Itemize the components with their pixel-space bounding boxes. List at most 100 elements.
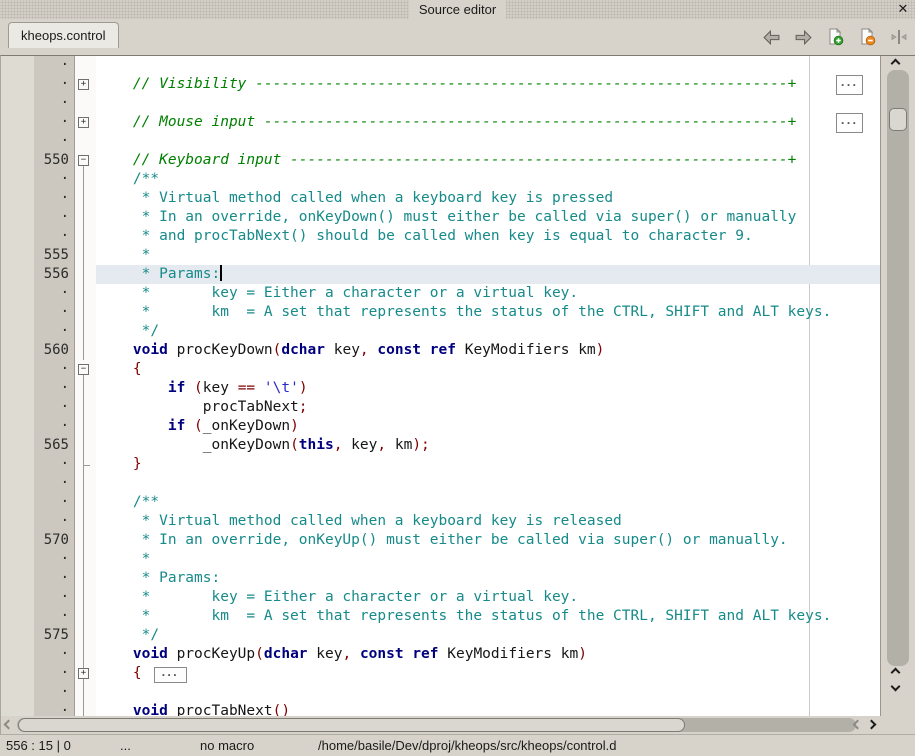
code-text[interactable] [96,474,880,493]
fold-gutter[interactable] [74,265,96,284]
go-back-icon[interactable] [761,27,781,47]
code-line[interactable]: 560 void procKeyDown(dchar key, const re… [1,341,880,360]
gutter-marks-strip[interactable] [1,702,34,716]
code-rows[interactable]: ··+ // Visibility ----------------------… [1,56,881,716]
gutter-marks-strip[interactable] [1,208,34,227]
remove-document-icon[interactable] [857,27,877,47]
code-line[interactable]: 575 */ [1,626,880,645]
scroll-up-icon[interactable] [891,59,901,69]
code-line[interactable]: · void procKeyUp(dchar key, const ref Ke… [1,645,880,664]
fold-gutter[interactable] [74,246,96,265]
code-line[interactable]: ·+ // Visibility -----------------------… [1,75,880,94]
code-text[interactable]: void procKeyUp(dchar key, const ref KeyM… [96,645,880,664]
code-text[interactable]: * Params: [96,265,880,284]
line-dot[interactable]: · [34,75,74,94]
vertical-scrollbar-track[interactable] [887,70,909,666]
fold-gutter[interactable] [74,56,96,75]
fold-gutter[interactable] [74,645,96,664]
gutter-marks-strip[interactable] [1,455,34,474]
gutter-marks-strip[interactable] [1,493,34,512]
code-text[interactable]: */ [96,322,880,341]
code-text[interactable]: */ [96,626,880,645]
fold-gutter[interactable] [74,493,96,512]
code-line[interactable]: ·− { [1,360,880,379]
line-dot[interactable]: · [34,284,74,303]
fold-gutter[interactable]: + [74,113,96,132]
line-number[interactable]: 565 [34,436,74,455]
line-dot[interactable]: · [34,113,74,132]
line-number[interactable]: 575 [34,626,74,645]
line-dot[interactable]: · [34,227,74,246]
code-text[interactable]: * Virtual method called when a keyboard … [96,512,880,531]
gutter-marks-strip[interactable] [1,189,34,208]
fold-gutter[interactable] [74,474,96,493]
gutter-marks-strip[interactable] [1,246,34,265]
line-dot[interactable]: · [34,588,74,607]
code-line[interactable]: · [1,683,880,702]
fold-gutter[interactable] [74,607,96,626]
gutter-marks-strip[interactable] [1,170,34,189]
collapsed-fold-box[interactable]: ... [836,75,863,95]
line-number[interactable]: 560 [34,341,74,360]
gutter-marks-strip[interactable] [1,113,34,132]
fold-gutter[interactable] [74,94,96,113]
fold-gutter[interactable] [74,683,96,702]
fold-gutter[interactable] [74,455,96,474]
code-line[interactable]: · [1,56,880,75]
scroll-right-icon[interactable] [867,720,877,730]
line-number[interactable]: 556 [34,265,74,284]
code-text[interactable]: if (key == '\t') [96,379,880,398]
fold-collapse-icon[interactable]: − [78,155,89,166]
gutter-marks-strip[interactable] [1,94,34,113]
fold-gutter[interactable]: + [74,75,96,94]
code-line[interactable]: · * key = Either a character or a virtua… [1,284,880,303]
code-line[interactable]: 556 * Params: [1,265,880,284]
line-dot[interactable]: · [34,398,74,417]
code-text[interactable]: * km = A set that represents the status … [96,303,880,322]
gutter-marks-strip[interactable] [1,531,34,550]
scroll-down-icon[interactable] [891,682,901,692]
code-line[interactable]: · * km = A set that represents the statu… [1,607,880,626]
gutter-marks-strip[interactable] [1,607,34,626]
fold-gutter[interactable] [74,189,96,208]
code-text[interactable]: /** [96,170,880,189]
fold-gutter[interactable] [74,626,96,645]
code-text[interactable]: _onKeyDown(this, key, km); [96,436,880,455]
gutter-marks-strip[interactable] [1,550,34,569]
line-dot[interactable]: · [34,607,74,626]
vertical-scrollbar-thumb[interactable] [889,108,907,131]
gutter-marks-strip[interactable] [1,56,34,75]
line-dot[interactable]: · [34,474,74,493]
fold-gutter[interactable] [74,132,96,151]
detach-splitter-icon[interactable] [889,27,909,47]
code-line[interactable]: · /** [1,493,880,512]
code-text[interactable]: } [96,455,880,474]
code-line[interactable]: · * Params: [1,569,880,588]
code-text[interactable]: * In an override, onKeyUp() must either … [96,531,880,550]
fold-gutter[interactable] [74,170,96,189]
code-line[interactable]: · if (key == '\t') [1,379,880,398]
horizontal-scrollbar-thumb[interactable] [18,718,685,732]
fold-gutter[interactable] [74,322,96,341]
line-dot[interactable]: · [34,645,74,664]
code-line[interactable]: · [1,94,880,113]
code-line[interactable]: 565 _onKeyDown(this, key, km); [1,436,880,455]
line-dot[interactable]: · [34,550,74,569]
code-text[interactable]: // Mouse input -------------------------… [96,113,880,132]
code-line[interactable]: · [1,474,880,493]
new-document-icon[interactable] [825,27,845,47]
line-number[interactable]: 550 [34,151,74,170]
fold-gutter[interactable] [74,208,96,227]
code-text[interactable] [96,94,880,113]
gutter-marks-strip[interactable] [1,683,34,702]
fold-gutter[interactable] [74,284,96,303]
fold-gutter[interactable] [74,702,96,716]
line-dot[interactable]: · [34,56,74,75]
gutter-marks-strip[interactable] [1,474,34,493]
gutter-marks-strip[interactable] [1,436,34,455]
code-line[interactable]: · * [1,550,880,569]
line-dot[interactable]: · [34,569,74,588]
code-text[interactable]: procTabNext; [96,398,880,417]
fold-gutter[interactable] [74,569,96,588]
code-text[interactable]: * [96,246,880,265]
